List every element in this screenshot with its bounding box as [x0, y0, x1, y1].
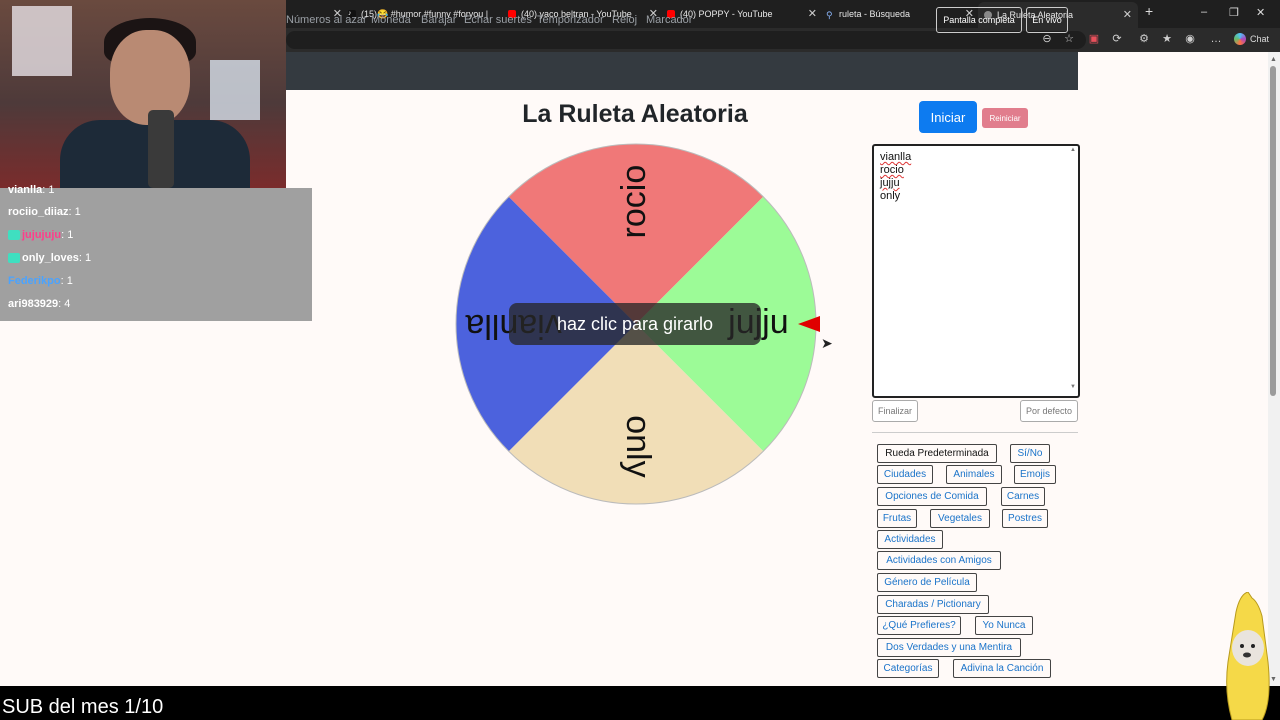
- preset-si-no[interactable]: Sí/No: [1010, 444, 1050, 463]
- chat-username: vianlla: [8, 184, 43, 196]
- live-button[interactable]: En vivo: [1026, 7, 1068, 33]
- minimize-icon[interactable]: –: [1201, 6, 1207, 18]
- preset-opciones-comida[interactable]: Opciones de Comida: [877, 487, 987, 506]
- chat-count: 1: [48, 184, 55, 196]
- webcam-overlay: [0, 0, 286, 188]
- nav-link-echar-suertes[interactable]: Echar suertes: [464, 14, 532, 26]
- preset-categorias[interactable]: Categorías: [877, 659, 939, 678]
- banana-cat-sticker: [1226, 592, 1270, 720]
- spin-hint[interactable]: haz clic para girarlo: [509, 303, 761, 345]
- chat-entry: Federikpo: 1: [8, 275, 73, 287]
- refresh-extension-icon[interactable]: ⟳: [1111, 33, 1123, 45]
- preset-actividades-amigos[interactable]: Actividades con Amigos: [877, 551, 1001, 570]
- nav-link-reloj[interactable]: Reloj: [612, 14, 637, 26]
- sub-of-month-banner: SUB del mes 1/10: [2, 696, 164, 718]
- favorite-star-icon[interactable]: ☆: [1063, 33, 1075, 45]
- chat-entry: vianlla: 1: [8, 184, 55, 196]
- finish-button[interactable]: Finalizar: [872, 400, 918, 422]
- tab-label: (40) POPPY - YouTube: [680, 9, 773, 19]
- preset-animales[interactable]: Animales: [946, 465, 1002, 484]
- chat-entry: rociio_diiaz: 1: [8, 206, 81, 218]
- scroll-up-icon[interactable]: ▲: [1270, 56, 1277, 63]
- close-tab-icon[interactable]: ✕: [808, 7, 817, 20]
- divider: [872, 432, 1078, 433]
- preset-frutas[interactable]: Frutas: [877, 509, 917, 528]
- favorites-icon[interactable]: ★: [1161, 33, 1173, 45]
- textarea-scroll-down-icon[interactable]: ▼: [1070, 384, 1076, 390]
- preset-dos-verdades[interactable]: Dos Verdades y una Mentira: [877, 638, 1021, 657]
- maximize-icon[interactable]: ❐: [1229, 6, 1239, 19]
- chat-count: 4: [64, 298, 71, 310]
- wheel-pointer: [798, 316, 820, 332]
- names-line: vianlla: [880, 151, 912, 163]
- chat-username: Federikpo: [8, 275, 61, 287]
- tools-icon[interactable]: ⚙: [1138, 33, 1150, 45]
- chat-username: rociio_diiaz: [8, 206, 69, 218]
- stream-chat-overlay: vianlla: 1 rociio_diiaz: 1 jujujuju: 1 o…: [0, 184, 312, 321]
- preset-que-prefieres[interactable]: ¿Qué Prefieres?: [877, 616, 961, 635]
- reset-button[interactable]: Reiniciar: [982, 108, 1028, 128]
- nav-link-numeros[interactable]: Números al azar: [286, 14, 367, 26]
- chat-entry: jujujuju: 1: [8, 229, 73, 241]
- close-window-icon[interactable]: ✕: [1256, 6, 1265, 19]
- start-button[interactable]: Iniciar: [919, 101, 977, 133]
- chat-count: 1: [67, 229, 74, 241]
- chat-count: 1: [84, 252, 92, 264]
- copilot-chat-button[interactable]: Chat: [1234, 33, 1269, 45]
- subscriber-badge-icon: [8, 230, 20, 241]
- preset-rueda-predeterminada[interactable]: Rueda Predeterminada: [877, 444, 997, 463]
- tab-label: ruleta - Búsqueda: [839, 9, 911, 19]
- wheel-segment-label: only: [619, 415, 657, 477]
- page-title: La Ruleta Aleatoria: [522, 100, 748, 128]
- preset-charadas[interactable]: Charadas / Pictionary: [877, 595, 989, 614]
- nav-link-barajar[interactable]: Barajar: [421, 14, 456, 26]
- copilot-icon: [1234, 33, 1246, 45]
- search-icon: ⚲: [826, 10, 833, 20]
- preset-postres[interactable]: Postres: [1002, 509, 1048, 528]
- scrollbar-thumb[interactable]: [1270, 66, 1276, 396]
- profile-avatar-icon[interactable]: ◉: [1184, 33, 1196, 45]
- nav-link-marcador[interactable]: Marcador: [646, 14, 692, 26]
- names-line: only: [880, 190, 901, 202]
- preset-emojis[interactable]: Emojis: [1014, 465, 1056, 484]
- chat-count: 1: [66, 275, 73, 287]
- nav-link-moneda[interactable]: Moneda: [371, 14, 411, 26]
- chat-count: 1: [74, 206, 81, 218]
- site-navbar: [286, 52, 1078, 90]
- fullscreen-button[interactable]: Pantalla completa: [936, 7, 1022, 33]
- wheel-segment-label: rocio: [615, 165, 653, 239]
- preset-genero-pelicula[interactable]: Género de Película: [877, 573, 977, 592]
- reader-icon[interactable]: ⊖: [1041, 33, 1053, 45]
- chat-username: ari983929: [8, 298, 59, 310]
- extension-icon[interactable]: ▣: [1088, 33, 1100, 45]
- default-button[interactable]: Por defecto: [1020, 400, 1078, 422]
- chat-entry: only_loves: 1: [8, 252, 91, 264]
- textarea-scroll-up-icon[interactable]: ▲: [1070, 147, 1076, 153]
- preset-vegetales[interactable]: Vegetales: [930, 509, 990, 528]
- names-line: jujju: [880, 177, 900, 189]
- preset-ciudades[interactable]: Ciudades: [877, 465, 933, 484]
- nav-link-temporizador[interactable]: Temporizador: [537, 14, 604, 26]
- preset-carnes[interactable]: Carnes: [1001, 487, 1045, 506]
- mouse-cursor-icon: ➤: [821, 335, 833, 351]
- chat-username: only_loves: [22, 252, 79, 264]
- names-line: rocio: [880, 164, 904, 176]
- subscriber-badge-icon: [8, 253, 20, 264]
- stream-bottom-bar: [0, 686, 1280, 720]
- chat-label: Chat: [1250, 34, 1270, 44]
- chat-username: jujujuju: [22, 229, 62, 241]
- url-input[interactable]: [286, 31, 1086, 49]
- chat-entry: ari983929: 4: [8, 298, 71, 310]
- preset-adivina-cancion[interactable]: Adivina la Canción: [953, 659, 1051, 678]
- preset-actividades[interactable]: Actividades: [877, 530, 943, 549]
- new-tab-icon[interactable]: +: [1145, 3, 1153, 19]
- names-textarea[interactable]: vianlla rocio jujju only ▲ ▼: [872, 144, 1080, 398]
- menu-dots-icon[interactable]: …: [1210, 33, 1222, 45]
- preset-yo-nunca[interactable]: Yo Nunca: [975, 616, 1033, 635]
- close-tab-icon[interactable]: ✕: [1123, 8, 1132, 21]
